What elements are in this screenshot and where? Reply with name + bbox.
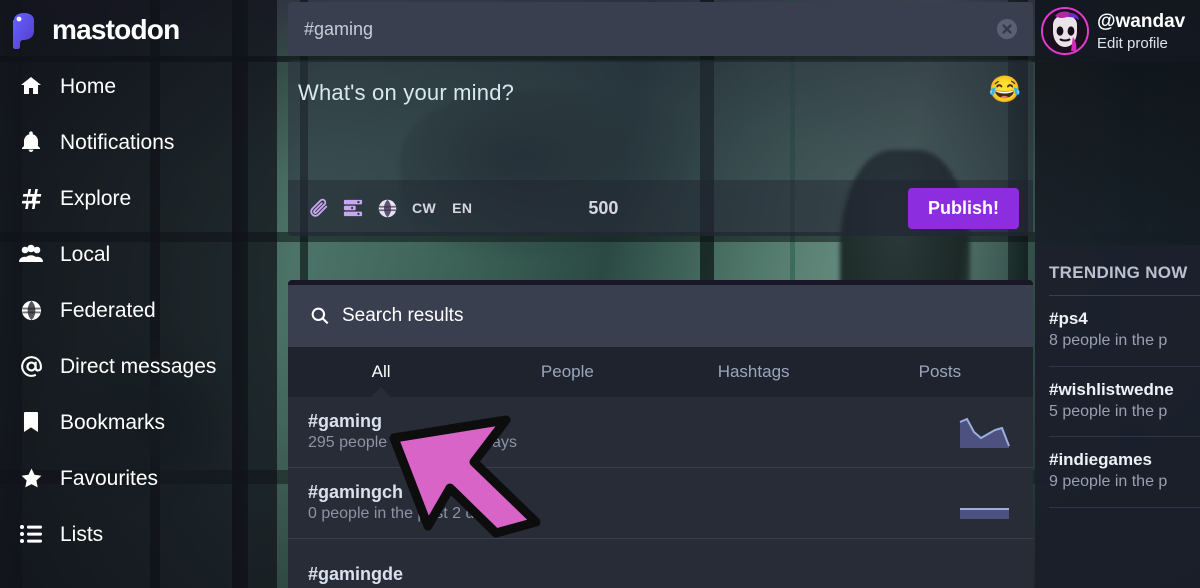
sidebar-item-label: Home [60,74,117,98]
poll-icon[interactable] [336,191,370,225]
trending-hashtag: #ps4 [1049,309,1088,328]
hashtag-sparkline [957,487,1013,519]
hashtag-name: #gamingch [308,482,404,503]
home-icon [18,74,44,98]
trending-usage: 5 people in the p [1049,402,1168,420]
sidebar-item-label: Favourites [60,466,159,490]
search-icon [310,306,330,326]
search-results-title: Search results [342,305,464,326]
brand-logo-area[interactable]: mastodon [8,8,180,52]
at-icon [18,354,44,379]
sidebar-item-lists[interactable]: Lists [0,506,277,562]
trending-item[interactable]: #wishlistwedne 5 people in the p [1049,367,1200,438]
result-row-text: #gaming 295 people in the past 2 days [308,410,517,453]
hashtag-sparkline [957,416,1013,448]
tab-posts[interactable]: Posts [847,347,1033,397]
sidebar-item-label: Direct messages [60,354,217,378]
globe-icon[interactable] [370,191,404,225]
sidebar-item-local[interactable]: Local [0,226,277,282]
mastodon-logo-icon [8,10,48,50]
paperclip-icon[interactable] [302,191,336,225]
search-bar [288,2,1033,56]
sidebar-item-label: Bookmarks [60,410,166,434]
trending-hashtag: #indiegames [1049,450,1152,470]
hashtag-usage: 0 people in the past 2 days [308,504,500,522]
result-row-hashtag[interactable]: #gaming 295 people in the past 2 days [288,397,1033,468]
compose-placeholder[interactable]: What's on your mind? [298,80,514,106]
edit-profile-link[interactable]: Edit profile [1097,35,1185,52]
character-counter: 500 [588,197,619,218]
trending-item[interactable]: #ps4 8 people in the p [1049,296,1200,367]
result-row-hashtag[interactable]: #gamingde [288,539,1033,588]
sidebar-item-label: Notifications [60,130,175,154]
trending-item[interactable]: #indiegames 9 people in the p [1049,437,1200,509]
close-circle-icon[interactable] [987,9,1027,49]
trending-hashtag: #wishlistwedne [1049,379,1174,399]
content-warning-button[interactable]: CW [404,200,444,216]
search-results-header: Search results [288,285,1033,347]
sidebar-item-notifications[interactable]: Notifications [0,114,277,170]
list-icon [18,523,44,545]
account-text: @wandav Edit profile [1097,11,1185,52]
trending-title: TRENDING NOW [1049,245,1200,296]
sidebar-item-label: Lists [60,522,104,546]
hash-icon [18,186,44,210]
result-row-hashtag[interactable]: #gamingch 0 people in the past 2 days [288,468,1033,539]
compose-toolbar: CW EN 500 Publish! [288,180,1033,236]
publish-button[interactable]: Publish! [908,187,1019,229]
bell-icon [18,130,44,154]
sidebar-item-direct-messages[interactable]: Direct messages [0,338,277,394]
sidebar-item-home[interactable]: Home [0,58,277,114]
tab-hashtags[interactable]: Hashtags [661,347,847,397]
brand-name: mastodon [52,14,180,45]
hashtag-sparkline [957,558,1013,588]
globe-icon [18,299,44,322]
account-header[interactable]: @wandav Edit profile [1035,0,1200,62]
account-handle: @wandav [1097,10,1186,32]
sidebar-item-explore[interactable]: Explore [0,170,277,226]
people-icon [18,242,44,266]
tab-people[interactable]: People [474,347,660,397]
sidebar-item-favourites[interactable]: Favourites [0,450,277,506]
compose-box: What's on your mind? 😂 CW EN 500 Publish… [288,60,1033,236]
hashtag-name: #gaming [308,411,383,432]
tab-all[interactable]: All [288,347,474,397]
sidebar-item-bookmarks[interactable]: Bookmarks [0,394,277,450]
result-row-text: #gamingde [308,563,403,586]
search-results-panel: Search results All People Hashtags Posts… [288,280,1033,588]
bookmark-icon [18,410,44,434]
left-sidebar: mastodon Home Notifications Explore Loca… [0,0,277,588]
star-icon [18,466,44,490]
sidebar-item-label: Federated [60,298,156,322]
search-results-tabs: All People Hashtags Posts [288,347,1033,397]
emoji-picker-icon[interactable]: 😂 [989,76,1021,102]
avatar[interactable] [1041,7,1089,55]
language-button[interactable]: EN [444,200,480,216]
sidebar-item-label: Local [60,242,111,266]
hashtag-usage: 295 people in the past 2 days [308,433,518,451]
trending-panel: TRENDING NOW #ps4 8 people in the p #wis… [1035,245,1200,588]
hashtag-name: #gamingde [308,563,404,584]
sidebar-nav: Home Notifications Explore Local Federat… [0,58,277,562]
sidebar-item-federated[interactable]: Federated [0,282,277,338]
search-input[interactable] [288,18,987,40]
sidebar-item-label: Explore [60,186,132,210]
trending-usage: 9 people in the p [1049,473,1168,491]
trending-usage: 8 people in the p [1049,332,1168,350]
mastodon-app: mastodon Home Notifications Explore Loca… [0,0,1200,588]
result-row-text: #gamingch 0 people in the past 2 days [308,481,499,524]
